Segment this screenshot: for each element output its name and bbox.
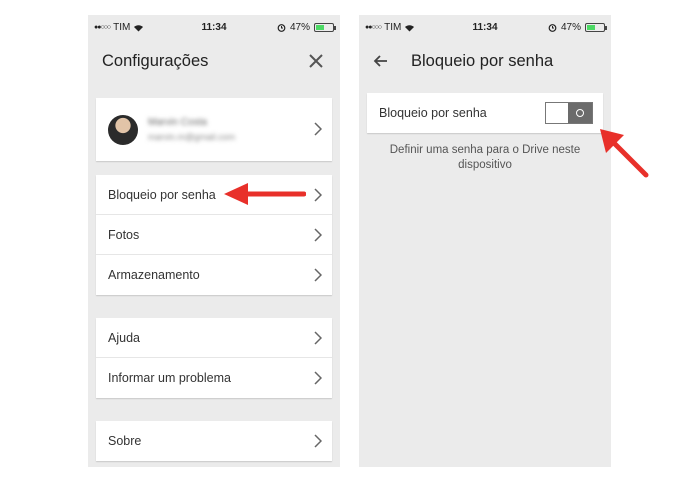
chevron-right-icon bbox=[314, 188, 322, 202]
settings-item-label: Informar um problema bbox=[108, 371, 231, 385]
account-name: Marvin Costa bbox=[148, 117, 207, 128]
chevron-right-icon bbox=[314, 434, 322, 448]
settings-group-2: Ajuda Informar um problema bbox=[96, 318, 332, 398]
account-card[interactable]: Marvin Costa marvin.m@gmail.com bbox=[96, 98, 332, 161]
settings-item-label: Sobre bbox=[108, 434, 142, 448]
alarm-icon bbox=[277, 24, 286, 32]
alarm-icon bbox=[548, 24, 557, 32]
setting-description: Definir uma senha para o Drive neste dis… bbox=[389, 144, 581, 171]
status-bar: ●●○○○ TIM 11:34 47% bbox=[359, 15, 611, 37]
battery-percent: 47% bbox=[289, 22, 310, 33]
pointer-arrow-toggle bbox=[600, 129, 649, 178]
settings-item-label: Ajuda bbox=[108, 330, 140, 345]
chevron-right-icon bbox=[314, 371, 322, 385]
password-lock-screen: ●●○○○ TIM 11:34 47% Bloqueio por senha B… bbox=[359, 15, 611, 467]
settings-item-label: Armazenamento bbox=[108, 268, 200, 282]
app-bar: Configurações bbox=[88, 37, 340, 85]
page-title: Bloqueio por senha bbox=[411, 51, 554, 70]
settings-item-photos[interactable]: Fotos bbox=[96, 215, 332, 255]
password-lock-setting: Bloqueio por senha bbox=[367, 93, 603, 133]
toggle-knob bbox=[568, 103, 592, 123]
page-title: Configurações bbox=[102, 51, 209, 70]
settings-item-label: Fotos bbox=[108, 227, 140, 242]
chevron-right-icon bbox=[314, 228, 322, 242]
password-lock-toggle[interactable] bbox=[545, 102, 593, 124]
battery-icon bbox=[585, 23, 607, 32]
account-email: marvin.m@gmail.com bbox=[148, 132, 236, 142]
app-bar: Bloqueio por senha bbox=[359, 37, 611, 85]
settings-item-help[interactable]: Ajuda bbox=[96, 318, 332, 358]
status-bar: ●●○○○ TIM 11:34 47% bbox=[88, 15, 340, 37]
settings-group-3: Sobre bbox=[96, 421, 332, 461]
settings-item-about[interactable]: Sobre bbox=[96, 421, 332, 461]
settings-item-storage[interactable]: Armazenamento bbox=[96, 255, 332, 295]
settings-screen: ●●○○○ TIM 11:34 47% Configurações Marvin… bbox=[88, 15, 340, 467]
settings-item-report-problem[interactable]: Informar um problema bbox=[96, 358, 332, 398]
close-icon[interactable] bbox=[305, 50, 327, 72]
battery-icon bbox=[314, 23, 336, 32]
pointer-arrow-left bbox=[224, 183, 306, 205]
back-arrow-icon[interactable] bbox=[371, 51, 391, 71]
avatar bbox=[108, 114, 138, 145]
chevron-right-icon bbox=[314, 268, 322, 282]
chevron-right-icon bbox=[314, 331, 322, 345]
setting-label: Bloqueio por senha bbox=[379, 106, 487, 120]
battery-percent: 47% bbox=[560, 22, 581, 33]
settings-item-label: Bloqueio por senha bbox=[108, 187, 216, 202]
chevron-right-icon bbox=[314, 122, 322, 136]
account-row[interactable]: Marvin Costa marvin.m@gmail.com bbox=[96, 98, 332, 161]
